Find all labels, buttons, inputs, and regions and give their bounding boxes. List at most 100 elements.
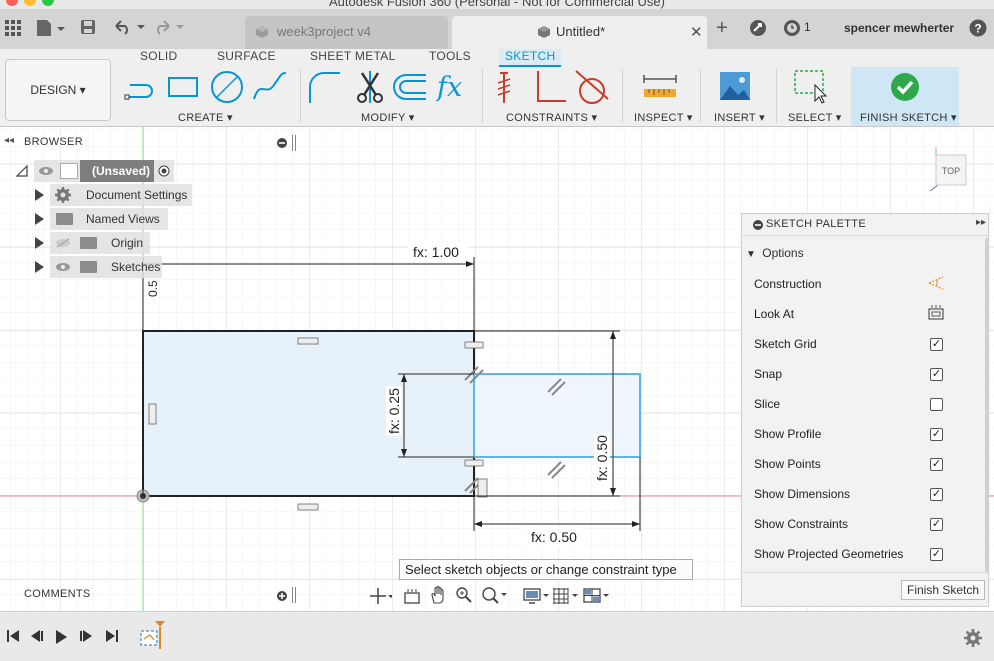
comments-resize-handle[interactable] [292, 587, 296, 603]
expand-triangle-icon[interactable] [35, 189, 44, 201]
select-menu[interactable]: SELECT ▾ [788, 111, 842, 124]
browser-item-document-settings[interactable]: Document Settings [0, 184, 200, 206]
timeline-sketch-feature-icon[interactable] [140, 621, 168, 651]
palette-row-construction[interactable]: Construction [754, 276, 944, 291]
look-at-icon[interactable] [928, 304, 944, 320]
collapse-triangle-icon[interactable] [16, 165, 28, 177]
redo-icon[interactable] [152, 19, 188, 40]
show-profile-checkbox[interactable]: ✓ [930, 428, 943, 441]
new-tab-icon[interactable]: + [716, 17, 728, 40]
extensions-icon[interactable] [749, 19, 767, 42]
dimension-right-height[interactable]: fx: 0.50 [594, 433, 610, 483]
close-tab-icon[interactable]: ✕ [690, 23, 703, 41]
insert-menu[interactable]: INSERT ▾ [714, 111, 765, 124]
tab-week3project[interactable]: week3project v4 [245, 16, 448, 49]
rectangle-tool-icon[interactable] [166, 69, 202, 105]
play-icon[interactable] [55, 630, 67, 644]
construction-icon[interactable] [927, 274, 945, 292]
workspace-switcher[interactable]: DESIGN ▾ [5, 59, 111, 121]
tab-surface[interactable]: SURFACE [211, 49, 282, 67]
measure-tool-icon[interactable] [642, 69, 678, 105]
orbit-icon[interactable] [370, 587, 392, 605]
file-menu-icon[interactable] [36, 19, 66, 42]
show-constraints-checkbox[interactable]: ✓ [930, 518, 943, 531]
minimize-palette-icon[interactable] [753, 220, 763, 230]
dimension-bottom-width[interactable]: fx: 0.50 [531, 529, 577, 545]
expand-palette-icon[interactable]: ▸▸ [976, 217, 986, 228]
app-grid-icon[interactable] [5, 20, 21, 41]
modify-menu[interactable]: MODIFY ▾ [361, 111, 415, 124]
snap-checkbox[interactable]: ✓ [930, 368, 943, 381]
tab-solid[interactable]: SOLID [134, 49, 184, 67]
activate-radio-icon[interactable] [158, 165, 170, 177]
help-icon[interactable]: ? [969, 19, 987, 42]
palette-row-sketch-grid[interactable]: Sketch Grid ✓ [754, 337, 943, 351]
go-to-start-icon[interactable] [7, 630, 19, 642]
tab-tools[interactable]: TOOLS [423, 49, 477, 67]
visibility-eye-icon[interactable] [38, 166, 54, 176]
show-points-checkbox[interactable]: ✓ [930, 458, 943, 471]
palette-scrollbar[interactable] [985, 238, 989, 572]
select-tool-icon[interactable] [793, 69, 829, 105]
viewports-icon[interactable] [583, 587, 611, 605]
dimension-inner-height[interactable]: fx: 0.25 [386, 386, 402, 436]
timeline-settings-gear-icon[interactable] [964, 629, 982, 647]
pan-icon[interactable] [429, 586, 447, 604]
go-to-end-icon[interactable] [106, 630, 118, 642]
browser-item-sketches[interactable]: Sketches [0, 256, 200, 278]
expand-triangle-icon[interactable] [35, 213, 44, 225]
options-section[interactable]: ▼ Options [746, 246, 804, 260]
browser-root[interactable]: (Unsaved) [0, 160, 200, 182]
undo-icon[interactable] [113, 19, 149, 40]
user-name[interactable]: spencer mewherter [844, 21, 954, 35]
dimension-left-height[interactable]: 0.5 [146, 280, 160, 297]
palette-row-snap[interactable]: Snap ✓ [754, 367, 943, 381]
spline-tool-icon[interactable] [252, 69, 288, 105]
line-tool-icon[interactable] [124, 69, 160, 105]
step-forward-icon[interactable] [80, 630, 92, 642]
add-comment-icon[interactable] [277, 591, 287, 601]
view-cube[interactable]: TOP [924, 145, 974, 197]
collapse-browser-icon[interactable]: ◂◂ [4, 135, 14, 146]
dimension-top-width[interactable]: fx: 1.00 [413, 244, 459, 260]
finish-sketch-button[interactable]: Finish Sketch [901, 580, 985, 600]
grid-settings-icon[interactable] [552, 587, 580, 605]
fillet-tool-icon[interactable] [306, 69, 342, 105]
tab-untitled[interactable]: Untitled* ✕ [452, 16, 707, 49]
palette-row-look-at[interactable]: Look At [754, 305, 944, 321]
create-menu[interactable]: CREATE ▾ [178, 111, 233, 124]
change-parameters-icon[interactable]: fx [436, 69, 476, 105]
visibility-hidden-icon[interactable] [55, 238, 71, 248]
coincident-constraint-icon[interactable] [490, 69, 526, 105]
collapse-section-icon[interactable]: ▼ [746, 249, 756, 260]
browser-resize-handle[interactable] [292, 135, 296, 151]
finish-sketch-icon[interactable] [887, 69, 923, 105]
fit-icon[interactable] [481, 586, 509, 604]
insert-canvas-icon[interactable] [718, 69, 754, 105]
finish-sketch-menu[interactable]: FINISH SKETCH ▾ [860, 111, 957, 124]
perpendicular-constraint-icon[interactable] [532, 69, 568, 105]
browser-item-origin[interactable]: Origin [0, 232, 200, 254]
offset-tool-icon[interactable] [392, 69, 428, 105]
slice-checkbox[interactable] [930, 398, 943, 411]
palette-row-slice[interactable]: Slice [754, 397, 943, 411]
sketch-grid-checkbox[interactable]: ✓ [930, 338, 943, 351]
inspect-menu[interactable]: INSPECT ▾ [634, 111, 693, 124]
palette-row-show-dimensions[interactable]: Show Dimensions ✓ [754, 487, 943, 501]
show-dimensions-checkbox[interactable]: ✓ [930, 488, 943, 501]
step-back-icon[interactable] [31, 630, 43, 642]
browser-item-named-views[interactable]: Named Views [0, 208, 200, 230]
tangent-constraint-icon[interactable] [574, 69, 610, 105]
minimize-browser-icon[interactable] [277, 138, 287, 148]
visibility-eye-icon[interactable] [55, 262, 71, 272]
look-at-nav-icon[interactable] [403, 587, 421, 605]
save-icon[interactable] [80, 19, 96, 40]
palette-row-show-constraints[interactable]: Show Constraints ✓ [754, 517, 943, 531]
palette-row-show-profile[interactable]: Show Profile ✓ [754, 427, 943, 441]
circle-tool-icon[interactable] [209, 69, 245, 105]
palette-row-show-projected-geometries[interactable]: Show Projected Geometries ✓ [754, 547, 954, 561]
show-projected-geometries-checkbox[interactable]: ✓ [930, 548, 943, 561]
trim-tool-icon[interactable] [352, 69, 388, 105]
expand-triangle-icon[interactable] [35, 261, 44, 273]
constraints-menu[interactable]: CONSTRAINTS ▾ [506, 111, 597, 124]
